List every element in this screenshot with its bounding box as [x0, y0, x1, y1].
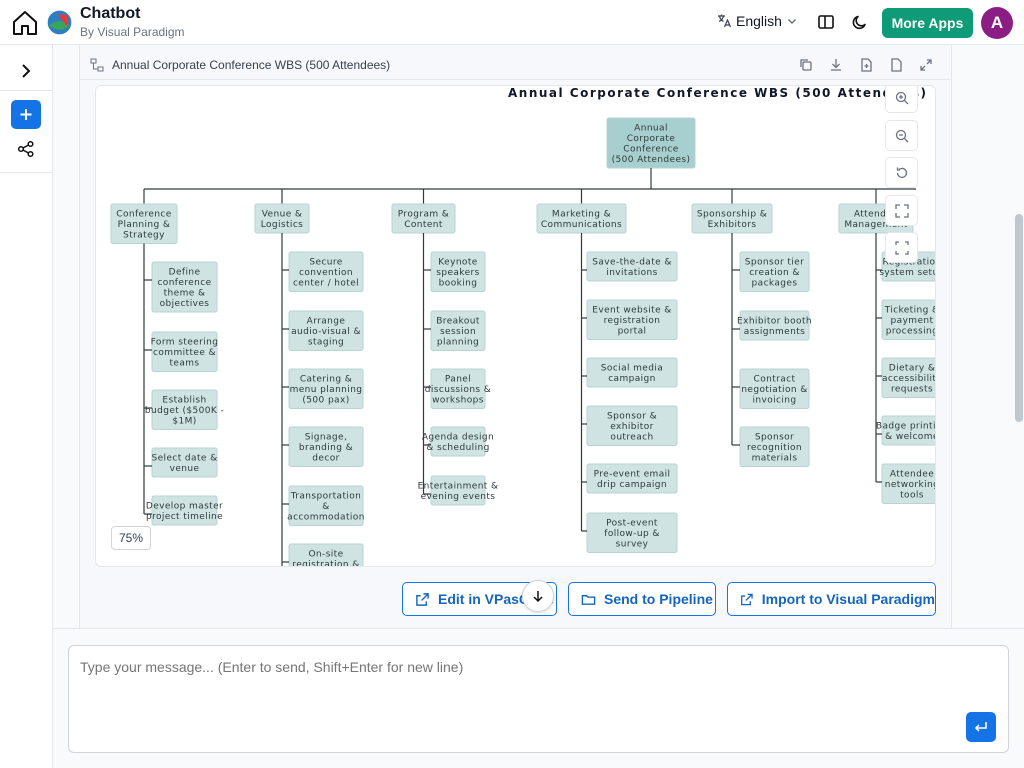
wbs-tree: Annual Corporate Conference (500 Attendees)… [110, 117, 935, 566]
app-logo-icon [46, 9, 73, 36]
wbs-branch-node-label: Venue & Logistics [261, 210, 304, 231]
diagram-canvas[interactable]: Annual Corporate Conference WBS (500 Att… [95, 85, 936, 567]
chevron-right-icon[interactable] [14, 59, 38, 83]
share-icon[interactable] [16, 139, 36, 159]
wbs-branch-node-label: Program & Content [398, 210, 449, 231]
folder-icon [581, 594, 596, 605]
download-icon[interactable] [828, 57, 844, 73]
new-chat-button[interactable] [11, 100, 41, 129]
wbs-branch-node-label: Marketing & Communications [541, 210, 622, 231]
avatar[interactable]: A [981, 7, 1013, 39]
expand-icon [894, 240, 909, 255]
wbs-task-node-label: Exhibitor booth assignments [737, 317, 812, 338]
translate-icon [718, 14, 732, 28]
plus-icon [20, 109, 32, 120]
zoom-out-icon [895, 129, 908, 142]
app-subtitle: By Visual Paradigm [80, 25, 185, 39]
wbs-task-node-label: Social media campaign [601, 364, 663, 385]
wbs-task-node-label: Pre-event email drip campaign [594, 470, 671, 491]
more-apps-button[interactable]: More Apps [882, 8, 973, 38]
wbs-branch-node-label: Conference Planning & Strategy [116, 210, 171, 241]
dark-mode-icon[interactable] [851, 13, 869, 31]
wbs-task-node-label: Entertainment & evening events [418, 482, 499, 503]
card-title: Annual Corporate Conference WBS (500 Att… [112, 58, 391, 72]
export-file-icon[interactable] [858, 57, 874, 73]
wbs-task-node-label: Sponsor tier creation & packages [745, 258, 804, 289]
wbs-task-node-label: Sponsor & exhibitor outreach [607, 412, 657, 443]
language-selector[interactable]: English [716, 13, 798, 29]
scroll-to-bottom-button[interactable] [522, 580, 554, 612]
scrollbar[interactable] [1015, 214, 1023, 422]
wbs-icon [90, 58, 104, 72]
import-to-visual-paradigm-button[interactable]: Import to Visual Paradigm [727, 582, 936, 616]
reset-view-button[interactable] [885, 157, 918, 188]
import-label: Import to Visual Paradigm [761, 591, 935, 607]
composer [53, 628, 1024, 768]
card-header: Annual Corporate Conference WBS (500 Att… [80, 48, 951, 80]
zoom-level: 75% [111, 526, 151, 550]
wbs-task-node-label: Agenda design & scheduling [422, 433, 494, 454]
fullscreen-icon[interactable] [918, 57, 934, 73]
top-bar: Chatbot By Visual Paradigm English More … [0, 0, 1024, 45]
expand-canvas-button[interactable] [885, 232, 918, 263]
fit-view-button[interactable] [885, 195, 918, 226]
sidebar [0, 45, 53, 768]
wbs-task-node-label: Ticketing & payment processing [884, 306, 935, 337]
app-title: Chatbot [80, 5, 141, 22]
fit-view-icon [894, 203, 909, 218]
wbs-task-node-label: Badge printing& welcome [876, 422, 935, 443]
reset-icon [896, 167, 907, 178]
zoom-in-icon [895, 91, 908, 104]
home-icon[interactable] [11, 9, 39, 37]
sidebar-toggle-icon[interactable] [817, 13, 835, 31]
copy-icon[interactable] [798, 57, 814, 73]
send-button[interactable] [966, 712, 996, 742]
wbs-diagram: Annual Corporate Conference WBS (500 Att… [96, 86, 935, 566]
chevron-down-icon [787, 19, 796, 24]
wbs-task-node-label: Breakout session planning [436, 317, 480, 348]
zoom-out-button[interactable] [885, 120, 918, 151]
send-to-pipeline-button[interactable]: Send to Pipeline [568, 582, 716, 616]
wbs-task-node-label: Develop master project timeline [146, 502, 223, 523]
language-label: English [736, 13, 782, 29]
chat-area: Annual Corporate Conference WBS (500 Att… [53, 45, 1024, 628]
divider [0, 90, 52, 91]
divider [0, 172, 52, 173]
message-input[interactable] [68, 645, 1009, 753]
arrow-down-icon [533, 591, 543, 603]
external-link-icon [416, 592, 429, 606]
file-icon[interactable] [888, 57, 904, 73]
wbs-task-node-label: Keynote speakers booking [436, 258, 479, 289]
external-link-icon [741, 593, 753, 605]
zoom-in-button[interactable] [885, 86, 918, 113]
wbs-task-node-label: Sponsor recognition materials [747, 433, 802, 464]
enter-icon [974, 722, 987, 732]
pipeline-label: Send to Pipeline [604, 591, 713, 607]
